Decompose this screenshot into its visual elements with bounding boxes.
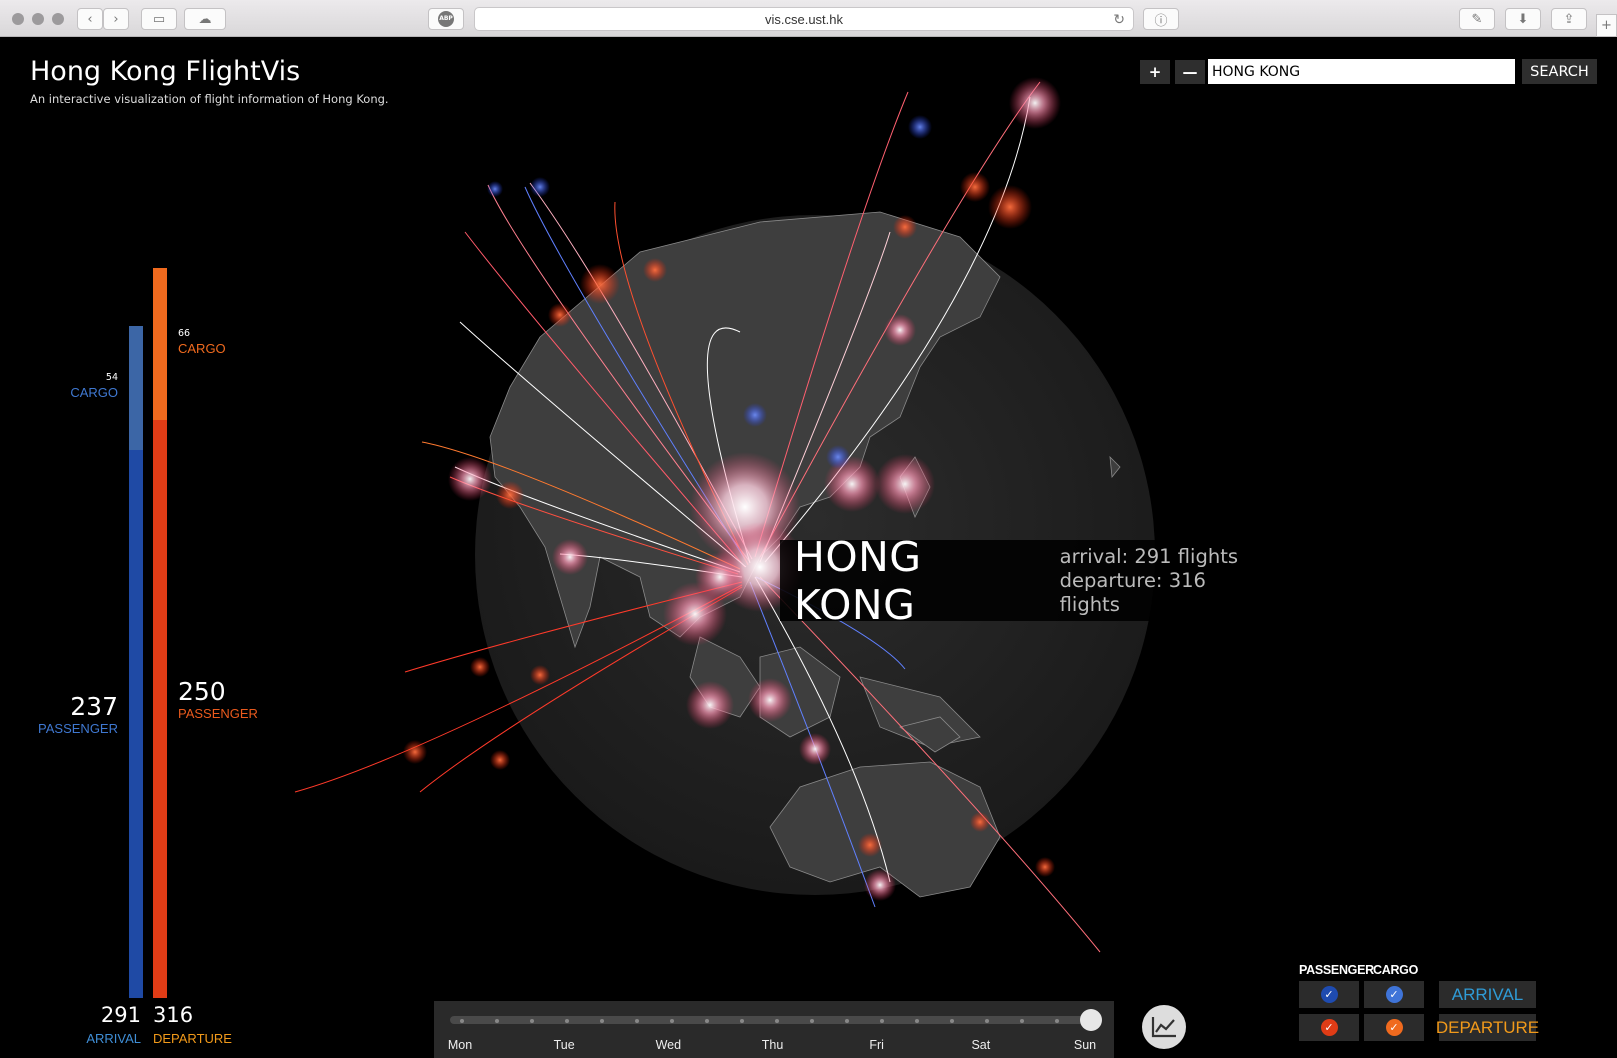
info-icon: ⓘ [1154,13,1168,29]
timeline-tick [880,1019,884,1023]
sidebar-button[interactable]: ▭ [141,8,177,30]
line-chart-icon [1151,1017,1176,1038]
arrival-cargo-count: 54 [105,372,118,383]
filter-passenger-label: PASSENGER [1299,963,1374,977]
check-icon: ✓ [1385,986,1403,1003]
departure-total-label: DEPARTURE [153,1031,232,1046]
timeline-tick [565,1019,569,1023]
adblock-icon: ABP [438,11,454,27]
chevron-left-icon: ‹ [87,11,93,27]
arrival-cargo-checkbox[interactable]: ✓ [1364,981,1424,1008]
reload-icon[interactable]: ↻ [1113,11,1125,28]
arrival-passenger-checkbox[interactable]: ✓ [1299,981,1359,1008]
check-icon: ✓ [1320,986,1338,1003]
timeline-tick [1020,1019,1024,1023]
departure-passenger-label: PASSENGER [178,706,258,721]
filter-cargo-label: CARGO [1373,963,1419,977]
arrival-total-label: ARRIVAL [86,1031,141,1046]
sidebar-icon: ▭ [152,11,166,27]
timeline-tick [985,1019,989,1023]
plus-icon: + [1601,18,1612,33]
tooltip-stats: arrival: 291 flights departure: 316 flig… [1060,545,1262,617]
timeline-tick [530,1019,534,1023]
arrival-passenger-bar [129,450,143,998]
arrival-total-count: 291 [100,1003,141,1027]
departure-filter-button[interactable]: DEPARTURE [1436,1014,1539,1041]
day-timeline[interactable]: Mon Tue Wed Thu Fri Sat Sun [434,1001,1114,1058]
timeline-tick [495,1019,499,1023]
downloads-button[interactable]: ⬇ [1505,8,1541,30]
timeline-day-1[interactable]: Tue [554,1038,575,1052]
maximize-window-icon[interactable] [52,13,64,25]
timeline-day-3[interactable]: Thu [762,1038,784,1052]
page-subtitle: An interactive visualization of flight i… [30,92,389,106]
annotate-button[interactable]: ✎ [1459,8,1495,30]
address-bar[interactable]: vis.cse.ust.hk ↻ [474,7,1134,31]
airport-tooltip: HONG KONG arrival: 291 flights departure… [780,533,1262,629]
check-icon: ✓ [1385,1019,1403,1036]
departure-total-count: 316 [153,1003,194,1027]
arrival-filter-button[interactable]: ARRIVAL [1439,981,1536,1008]
departure-passenger-count: 250 [178,677,226,706]
reader-info-button[interactable]: ⓘ [1143,8,1179,30]
arrival-passenger-count: 237 [70,692,118,721]
timeline-tick [635,1019,639,1023]
chevron-right-icon: › [113,11,119,27]
adblock-button[interactable]: ABP [428,8,464,30]
share-icon: ⇪ [1563,11,1575,27]
timeline-tick [705,1019,709,1023]
search-input[interactable] [1208,59,1515,84]
timeline-tick [950,1019,954,1023]
share-button[interactable]: ⇪ [1551,8,1587,30]
chart-toggle-button[interactable] [1142,1005,1186,1049]
timeline-tick [845,1019,849,1023]
tooltip-departure: departure: 316 flights [1059,568,1206,616]
timeline-tick [460,1019,464,1023]
search-button[interactable]: SEARCH [1522,59,1597,84]
timeline-tick [915,1019,919,1023]
timeline-tick [740,1019,744,1023]
timeline-slider-handle[interactable] [1080,1009,1102,1031]
departure-cargo-label: CARGO [178,341,226,356]
timeline-day-4[interactable]: Fri [869,1038,884,1052]
zoom-in-button[interactable]: + [1140,60,1170,84]
tooltip-airport-name: HONG KONG [794,532,922,629]
minimize-window-icon[interactable] [32,13,44,25]
departure-passenger-bar [153,420,167,998]
timeline-day-0[interactable]: Mon [448,1038,472,1052]
tooltip-arrival: arrival: 291 flights [1059,544,1239,568]
back-button[interactable]: ‹ [77,8,103,30]
download-icon: ⬇ [1517,11,1529,27]
timeline-day-6[interactable]: Sun [1074,1038,1096,1052]
departure-cargo-count: 66 [178,328,191,339]
new-tab-button[interactable]: + [1596,14,1617,37]
timeline-tick [600,1019,604,1023]
departure-passenger-checkbox[interactable]: ✓ [1299,1014,1359,1041]
pen-icon: ✎ [1471,11,1483,27]
icloud-tabs-button[interactable]: ☁ [184,8,226,30]
timeline-tick [670,1019,674,1023]
forward-button[interactable]: › [103,8,129,30]
cloud-icon: ☁ [198,11,212,27]
timeline-tick [810,1019,814,1023]
timeline-tick [1055,1019,1059,1023]
url-text: vis.cse.ust.hk [764,11,844,27]
arrival-passenger-label: PASSENGER [38,721,118,736]
page-title: Hong Kong FlightVis [30,56,301,87]
browser-toolbar: ‹ › ▭ ☁ ABP vis.cse.ust.hk ↻ ⓘ ✎ ⬇ ⇪ + [0,0,1617,37]
timeline-tick [775,1019,779,1023]
timeline-day-2[interactable]: Wed [656,1038,681,1052]
close-window-icon[interactable] [12,13,24,25]
check-icon: ✓ [1320,1019,1338,1036]
departure-cargo-bar [153,268,167,420]
departure-cargo-checkbox[interactable]: ✓ [1364,1014,1424,1041]
timeline-day-5[interactable]: Sat [971,1038,990,1052]
arrival-cargo-label: CARGO [70,385,118,400]
arrival-cargo-bar [129,326,143,450]
zoom-out-button[interactable]: — [1175,60,1205,84]
